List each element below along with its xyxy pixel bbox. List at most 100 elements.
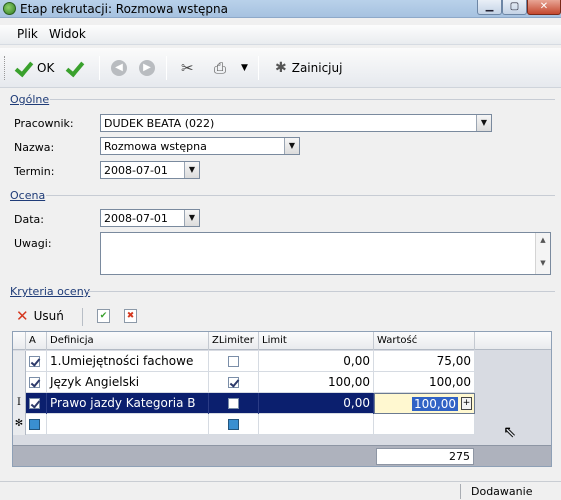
section-criteria: Kryteria oceny	[10, 285, 91, 298]
value-cell[interactable]: 100,00	[374, 372, 475, 393]
toolbar-separator	[258, 56, 259, 80]
value-input-selected-text[interactable]: 100,00	[412, 397, 458, 411]
zlimiter-cell[interactable]	[209, 393, 259, 414]
check-all-icon[interactable]: ✔	[97, 309, 110, 323]
chevron-down-icon[interactable]: ▼	[284, 138, 299, 154]
ok-button[interactable]: OK	[13, 58, 54, 78]
ok-label: OK	[37, 61, 55, 75]
status-bar: Dodawanie	[0, 481, 561, 500]
limit-cell[interactable]: 100,00	[259, 372, 374, 393]
row-edit-indicator[interactable]: I	[13, 393, 26, 414]
printer-icon: ⎙	[214, 59, 227, 77]
check-edit-icon	[64, 59, 84, 77]
rating-date-picker[interactable]: 2008-07-01 ▼	[100, 209, 200, 227]
term-date-picker[interactable]: 2008-07-01 ▼	[100, 161, 200, 179]
toolbar-separator	[82, 308, 83, 326]
active-checkbox[interactable]	[29, 356, 40, 367]
active-checkbox[interactable]	[29, 377, 40, 388]
row-indicator[interactable]	[13, 351, 26, 372]
zlimiter-checkbox[interactable]	[228, 398, 239, 409]
section-divider	[88, 291, 555, 292]
maximize-button[interactable]: ▢	[502, 0, 527, 15]
zlimiter-checkbox[interactable]	[228, 356, 239, 367]
scroll-up-icon[interactable]: ▲	[536, 236, 550, 244]
header-value[interactable]: Wartość	[374, 332, 475, 350]
row-indicator[interactable]	[13, 372, 26, 393]
definition-cell[interactable]: Język Angielski	[47, 372, 209, 393]
date-label: Termin:	[14, 165, 55, 178]
zlimiter-cell[interactable]	[209, 372, 259, 393]
uncheck-all-icon[interactable]: ✖	[124, 309, 137, 323]
header-active[interactable]: A	[26, 332, 47, 350]
value-total: 275	[376, 448, 474, 465]
ok-save-button[interactable]	[64, 58, 84, 78]
name-select[interactable]: Rozmowa wstępna ▼	[100, 137, 300, 155]
delete-x-icon: ✕	[16, 307, 29, 325]
active-checkbox[interactable]	[29, 398, 40, 409]
value-editor[interactable]: 100,00 +	[374, 393, 475, 414]
definition-cell[interactable]	[47, 414, 209, 435]
limit-cell[interactable]: 0,00	[259, 351, 374, 372]
mouse-cursor-icon: ⇖	[503, 422, 517, 441]
section-divider	[50, 99, 555, 100]
print-dropdown[interactable]: ▼	[241, 58, 248, 78]
header-limit[interactable]: Limit	[259, 332, 374, 350]
zlimiter-checkbox[interactable]	[228, 419, 239, 430]
active-cell[interactable]	[26, 414, 47, 435]
print-button[interactable]: ⎙	[214, 58, 226, 78]
chevron-down-icon[interactable]: ▼	[184, 210, 199, 226]
app-icon	[3, 2, 16, 15]
employee-label: Pracownik:	[14, 117, 74, 130]
zlimiter-cell[interactable]	[209, 351, 259, 372]
active-cell[interactable]	[26, 351, 47, 372]
active-cell[interactable]	[26, 372, 47, 393]
notes-textarea[interactable]: ▲ ▼	[100, 232, 551, 275]
header-zlimiter[interactable]: ZLimiter	[209, 332, 259, 350]
new-row-indicator[interactable]: ✻	[13, 414, 26, 435]
header-indicator	[13, 332, 26, 350]
active-cell[interactable]	[26, 393, 47, 414]
definition-cell[interactable]: 1.Umiejętności fachowe	[47, 351, 209, 372]
employee-select[interactable]: DUDEK BEATA (022) ▼	[100, 114, 492, 132]
scroll-down-icon[interactable]: ▼	[536, 259, 550, 267]
limit-cell[interactable]	[259, 414, 374, 435]
previous-button[interactable]: ◀	[111, 58, 127, 78]
table-row[interactable]: 1.Umiejętności fachowe 0,00 75,00	[26, 351, 475, 372]
menu-view[interactable]: Widok	[49, 27, 86, 41]
zlimiter-checkbox[interactable]	[228, 377, 239, 388]
section-rating: Ocena	[10, 189, 46, 202]
definition-cell[interactable]: Prawo jazdy Kategoria B	[47, 393, 209, 414]
chevron-down-icon[interactable]: ▼	[476, 115, 491, 131]
table-row-selected[interactable]: Prawo jazdy Kategoria B 0,00 100,00 +	[26, 393, 475, 414]
calculator-icon[interactable]: +	[461, 397, 472, 410]
grid-summary-row: 275	[13, 445, 551, 466]
rating-date-label: Data:	[14, 213, 44, 226]
delete-button[interactable]: ✕ Usuń	[16, 307, 64, 325]
value-cell[interactable]	[374, 414, 475, 435]
wand-icon: ✱	[275, 60, 287, 76]
notes-scrollbar[interactable]: ▲ ▼	[535, 233, 550, 274]
table-row[interactable]: Język Angielski 100,00 100,00	[26, 372, 475, 393]
table-row-new[interactable]	[26, 414, 475, 435]
active-checkbox[interactable]	[29, 419, 40, 430]
init-button[interactable]: ✱ Zainicjuj	[275, 58, 342, 78]
next-button[interactable]: ▶	[139, 58, 155, 78]
tools-button[interactable]: ✂	[181, 58, 194, 78]
toolbar-separator	[99, 56, 100, 80]
toolbar-grip	[4, 56, 7, 80]
chevron-down-icon[interactable]: ▼	[184, 162, 199, 178]
check-icon	[13, 59, 33, 77]
toolbar: OK ◀ ▶ ✂ ⎙ ▼ ✱ Zainicjuj	[0, 48, 561, 88]
grid-header: A Definicja ZLimiter Limit Wartość	[13, 332, 551, 350]
section-divider	[46, 195, 555, 196]
init-label: Zainicjuj	[291, 61, 343, 75]
status-separator	[460, 484, 461, 499]
close-button[interactable]: ✕	[527, 0, 561, 15]
window-title: Etap rekrutacji: Rozmowa wstępna	[20, 2, 228, 16]
minimize-button[interactable]: ▁	[477, 0, 502, 15]
header-definition[interactable]: Definicja	[47, 332, 209, 350]
zlimiter-cell[interactable]	[209, 414, 259, 435]
limit-cell[interactable]: 0,00	[259, 393, 374, 414]
menu-file[interactable]: Plik	[17, 27, 38, 41]
value-cell[interactable]: 75,00	[374, 351, 475, 372]
